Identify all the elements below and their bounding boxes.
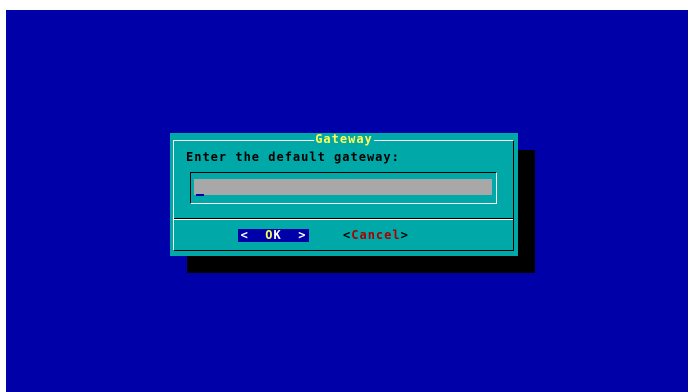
ok-left-bracket: <	[240, 228, 249, 242]
gateway-input[interactable]	[194, 179, 492, 195]
cancel-label-rest: ancel	[359, 228, 401, 242]
ok-label-rest: K	[273, 228, 282, 242]
ok-right-bracket: >	[298, 228, 307, 242]
cancel-button[interactable]: <Cancel>	[343, 229, 409, 242]
cancel-left-bracket: <	[343, 228, 352, 242]
ok-button[interactable]: < OK >	[238, 229, 309, 242]
ok-hotkey: O	[265, 228, 274, 242]
dialog-title: Gateway	[314, 132, 374, 146]
text-cursor	[196, 194, 204, 196]
cancel-right-bracket: >	[400, 228, 409, 242]
gateway-prompt: Enter the default gateway:	[186, 150, 400, 164]
gateway-dialog: Gateway Enter the default gateway: < OK …	[170, 133, 518, 256]
button-divider	[174, 218, 513, 220]
